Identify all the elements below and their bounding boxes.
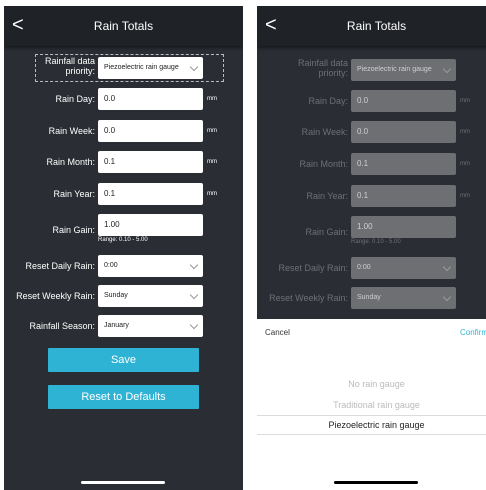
settings-screen-picker: < Rain Totals Rainfall data priority: Pie… [257, 6, 486, 490]
picker-option-piezoelectric[interactable]: Piezoelectric rain gauge [257, 420, 486, 430]
rain-year-input[interactable]: 0.1 [98, 183, 203, 205]
rain-day-input[interactable]: 0.0 [98, 88, 203, 110]
rain-year-input[interactable]: 0.1 [351, 185, 456, 207]
rain-gain-label: Rain Gain: [52, 225, 95, 235]
rain-year-row: Rain Year: 0.1 mm [257, 185, 486, 207]
picker-divider [257, 434, 486, 435]
reset-daily-select[interactable]: 0:00 [98, 255, 203, 277]
chevron-down-icon [442, 292, 452, 302]
picker-sheet: Cancel Confirm No rain gauge Traditional… [257, 319, 486, 490]
reset-weekly-row: Reset Weekly Rain: Sunday [257, 287, 486, 309]
rain-month-input[interactable]: 0.1 [98, 151, 203, 173]
priority-select[interactable]: Piezoelectric rain gauge [351, 59, 456, 81]
reset-weekly-select[interactable]: Sunday [351, 287, 456, 309]
priority-label: Rainfall data priority: [44, 56, 95, 76]
home-indicator [334, 481, 418, 484]
page-title: Rain Totals [93, 19, 154, 33]
priority-label: Rainfall data priority: [297, 58, 348, 78]
rain-gain-input[interactable]: 1.00 [351, 216, 456, 238]
reset-daily-label: Reset Daily Rain: [25, 261, 95, 271]
rain-year-label: Rain Year: [53, 189, 95, 199]
unit-label: mm [460, 129, 470, 135]
picker-option-none[interactable]: No rain gauge [257, 379, 486, 389]
rain-week-input[interactable]: 0.0 [98, 120, 203, 142]
rain-week-row: Rain Week: 0.0 mm [257, 121, 486, 143]
rain-day-row: Rain Day: 0.0 mm [4, 88, 243, 110]
rain-year-label: Rain Year: [306, 191, 348, 201]
reset-daily-select[interactable]: 0:00 [351, 257, 456, 279]
priority-row: Rainfall data priority: Piezoelectric rai… [4, 56, 243, 79]
rain-week-row: Rain Week: 0.0 mm [4, 120, 243, 142]
confirm-button[interactable]: Confirm [460, 328, 486, 337]
rain-gain-row: Rain Gain: 1.00 Range: 0.10 - 5.00 [4, 214, 243, 243]
priority-row: Rainfall data priority: Piezoelectric rai… [257, 58, 486, 81]
chevron-down-icon [442, 262, 452, 272]
unit-label: mm [207, 191, 217, 197]
picker-divider [257, 415, 486, 416]
unit-label: mm [207, 159, 217, 165]
picker-option-traditional[interactable]: Traditional rain gauge [257, 400, 486, 410]
home-indicator [81, 481, 165, 484]
reset-weekly-select[interactable]: Sunday [98, 285, 203, 307]
chevron-down-icon [442, 64, 452, 74]
rain-gain-range: Range: 0.10 - 5.00 [351, 239, 401, 245]
rain-month-label: Rain Month: [46, 157, 95, 167]
unit-label: mm [460, 193, 470, 199]
season-select[interactable]: January [98, 315, 203, 337]
reset-weekly-row: Reset Weekly Rain: Sunday [4, 285, 243, 307]
rain-week-label: Rain Week: [48, 126, 95, 136]
rain-day-label: Rain Day: [308, 96, 348, 106]
rain-month-input[interactable]: 0.1 [351, 153, 456, 175]
rain-week-label: Rain Week: [301, 127, 348, 137]
reset-weekly-label: Reset Weekly Rain: [16, 291, 95, 301]
rain-day-input[interactable]: 0.0 [351, 90, 456, 112]
unit-label: mm [207, 128, 217, 134]
rain-week-input[interactable]: 0.0 [351, 121, 456, 143]
reset-weekly-label: Reset Weekly Rain: [269, 293, 348, 303]
reset-daily-row: Reset Daily Rain: 0:00 [257, 257, 486, 279]
rain-month-label: Rain Month: [299, 159, 348, 169]
cancel-button[interactable]: Cancel [265, 328, 290, 337]
chevron-down-icon [189, 290, 199, 300]
rain-gain-range: Range: 0.10 - 5.00 [98, 237, 148, 243]
nav-header: < Rain Totals [4, 6, 243, 46]
rain-month-row: Rain Month: 0.1 mm [257, 153, 486, 175]
nav-header: < Rain Totals [257, 6, 486, 46]
chevron-down-icon [189, 320, 199, 330]
chevron-down-icon [189, 62, 199, 72]
unit-label: mm [460, 98, 470, 104]
unit-label: mm [207, 96, 217, 102]
season-row: Rainfall Season: January [4, 315, 243, 337]
unit-label: mm [460, 161, 470, 167]
rain-gain-label: Rain Gain: [305, 227, 348, 237]
reset-defaults-button[interactable]: Reset to Defaults [48, 385, 199, 409]
rain-month-row: Rain Month: 0.1 mm [4, 151, 243, 173]
season-label: Rainfall Season: [29, 321, 95, 331]
chevron-down-icon [189, 260, 199, 270]
rain-gain-input[interactable]: 1.00 [98, 214, 203, 236]
rain-year-row: Rain Year: 0.1 mm [4, 183, 243, 205]
reset-daily-row: Reset Daily Rain: 0:00 [4, 255, 243, 277]
page-title: Rain Totals [346, 19, 407, 33]
priority-select[interactable]: Piezoelectric rain gauge [98, 57, 203, 79]
rain-day-row: Rain Day: 0.0 mm [257, 90, 486, 112]
rain-day-label: Rain Day: [55, 94, 95, 104]
save-button[interactable]: Save [48, 348, 199, 372]
reset-daily-label: Reset Daily Rain: [278, 263, 348, 273]
rain-gain-row: Rain Gain: 1.00 Range: 0.10 - 5.00 [257, 216, 486, 245]
settings-screen: < Rain Totals Rainfall data priority: Pie… [4, 6, 243, 490]
